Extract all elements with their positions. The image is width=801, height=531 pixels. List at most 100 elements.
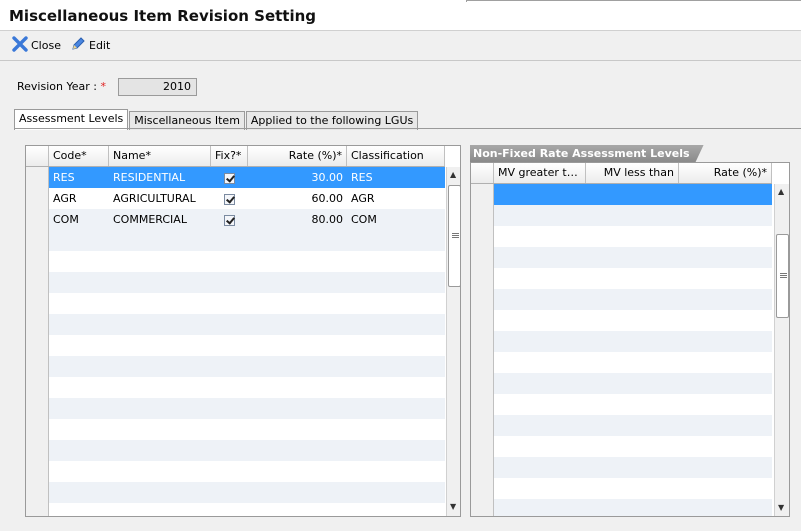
cell-fix[interactable] [211, 188, 248, 209]
edit-label: Edit [89, 38, 111, 52]
empty-row [26, 503, 445, 516]
column-header-mv-less[interactable]: MV less than [586, 163, 679, 183]
grid-rows: RES RESIDENTIAL 30.00 RES AGR AGRICULTUR… [26, 167, 445, 516]
vertical-scrollbar[interactable]: ▲ ▼ [446, 167, 460, 516]
empty-row [471, 415, 772, 436]
revision-year-field[interactable]: 2010 [118, 78, 197, 96]
empty-cell [49, 314, 445, 335]
cell-code[interactable]: COM [49, 209, 109, 230]
cell-name[interactable]: COMMERCIAL [109, 209, 211, 230]
row-indicator [26, 398, 49, 419]
scroll-down-arrow-icon[interactable]: ▼ [450, 503, 456, 511]
nonfixed-panel-title: Non-Fixed Rate Assessment Levels [470, 145, 704, 162]
empty-cell [494, 289, 772, 310]
empty-cell [494, 331, 772, 352]
column-header-classification[interactable]: Classification [347, 146, 445, 166]
column-header-name[interactable]: Name* [109, 146, 211, 166]
revision-year-label: Revision Year : * [17, 80, 106, 93]
column-header-code[interactable]: Code* [49, 146, 109, 166]
empty-row [471, 247, 772, 268]
empty-row [26, 482, 445, 503]
table-row[interactable]: RES RESIDENTIAL 30.00 RES [26, 167, 445, 188]
empty-cell [494, 415, 772, 436]
row-indicator [471, 415, 494, 436]
close-button[interactable]: Close [12, 35, 61, 54]
column-header-mv-greater[interactable]: MV greater th... [494, 163, 586, 183]
empty-cell [494, 478, 772, 499]
row-indicator [471, 436, 494, 457]
row-indicator [26, 377, 49, 398]
cell-code[interactable]: AGR [49, 188, 109, 209]
row-indicator [471, 331, 494, 352]
row-indicator-header [26, 146, 49, 166]
cell-rate[interactable]: 30.00 [248, 167, 347, 188]
table-row[interactable]: COM COMMERCIAL 80.00 COM [26, 209, 445, 230]
empty-cell [494, 436, 772, 457]
column-header-fix[interactable]: Fix?* [211, 146, 248, 166]
toolbar-divider [0, 60, 801, 61]
row-indicator [471, 499, 494, 516]
empty-row [26, 398, 445, 419]
cell-name[interactable]: AGRICULTURAL [109, 188, 211, 209]
column-header-rate[interactable]: Rate (%)* [679, 163, 772, 183]
cell-fix[interactable] [211, 209, 248, 230]
empty-row [471, 499, 772, 516]
fix-checkbox[interactable] [224, 193, 235, 205]
cell-rate[interactable]: 80.00 [248, 209, 347, 230]
row-indicator [471, 184, 494, 205]
cell-classification[interactable]: AGR [347, 188, 445, 209]
empty-cell [49, 482, 445, 503]
cell-name[interactable]: RESIDENTIAL [109, 167, 211, 188]
empty-row [26, 230, 445, 251]
table-row[interactable] [471, 184, 772, 205]
empty-cell [494, 457, 772, 478]
row-indicator [471, 205, 494, 226]
cell-fix[interactable] [211, 167, 248, 188]
empty-row [26, 356, 445, 377]
fix-checkbox[interactable] [224, 172, 235, 184]
empty-row [26, 377, 445, 398]
empty-cell [494, 226, 772, 247]
row-indicator [471, 310, 494, 331]
scrollbar-thumb[interactable] [776, 234, 789, 318]
cell-empty[interactable] [494, 184, 772, 205]
row-indicator [26, 272, 49, 293]
scroll-down-arrow-icon[interactable]: ▼ [778, 504, 784, 512]
vertical-scrollbar[interactable]: ▲ ▼ [774, 184, 789, 516]
empty-row [471, 457, 772, 478]
empty-row [26, 419, 445, 440]
row-indicator [26, 209, 49, 230]
scroll-up-arrow-icon[interactable]: ▲ [450, 171, 456, 179]
scroll-up-arrow-icon[interactable]: ▲ [778, 188, 784, 196]
empty-cell [49, 461, 445, 482]
close-label: Close [31, 38, 61, 52]
cell-classification[interactable]: RES [347, 167, 445, 188]
empty-row [26, 251, 445, 272]
row-indicator [26, 230, 49, 251]
cell-classification[interactable]: COM [347, 209, 445, 230]
empty-cell [494, 352, 772, 373]
row-indicator [26, 314, 49, 335]
grid-rows [471, 184, 772, 516]
row-indicator [471, 247, 494, 268]
cell-rate[interactable]: 60.00 [248, 188, 347, 209]
row-indicator [471, 394, 494, 415]
empty-cell [49, 356, 445, 377]
empty-cell [49, 230, 445, 251]
empty-row [26, 440, 445, 461]
cell-code[interactable]: RES [49, 167, 109, 188]
assessment-levels-grid[interactable]: Code* Name* Fix?* Rate (%)* Classificati… [25, 145, 461, 517]
nonfixed-rate-grid[interactable]: MV greater th... MV less than Rate (%)* … [470, 162, 790, 517]
empty-row [471, 394, 772, 415]
table-row[interactable]: AGR AGRICULTURAL 60.00 AGR [26, 188, 445, 209]
row-indicator [26, 188, 49, 209]
empty-row [26, 314, 445, 335]
column-header-rate[interactable]: Rate (%)* [248, 146, 347, 166]
fix-checkbox[interactable] [224, 214, 235, 226]
row-indicator [471, 268, 494, 289]
scrollbar-thumb[interactable] [448, 185, 460, 287]
tab-assessment-levels[interactable]: Assessment Levels [14, 109, 129, 130]
row-indicator [26, 461, 49, 482]
edit-button[interactable]: Edit [70, 36, 110, 54]
required-marker: * [100, 80, 106, 93]
